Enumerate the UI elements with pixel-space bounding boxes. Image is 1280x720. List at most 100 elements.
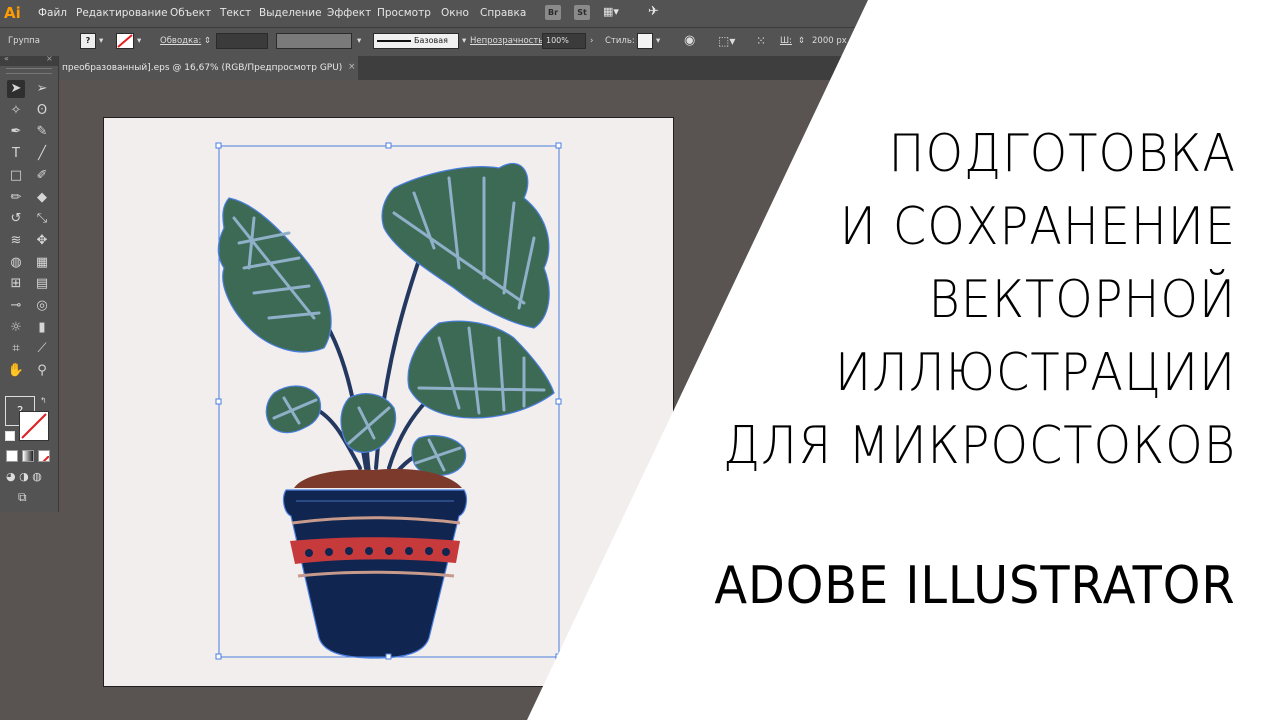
rotate-tool-icon[interactable]: ↺	[7, 210, 25, 228]
magic-wand-icon[interactable]: ✧	[7, 102, 25, 120]
transform-grid-icon[interactable]: ⁙	[756, 33, 766, 49]
document-tab-title: преобразованный].eps @ 16,67% (RGB/Предп…	[62, 63, 343, 73]
brush-dropdown-icon[interactable]: ▾	[462, 33, 466, 49]
opacity-label[interactable]: Непрозрачность:	[470, 33, 546, 49]
style-label: Стиль:	[605, 36, 635, 46]
title-line-4: ИЛЛЮСТРАЦИИ	[834, 343, 1236, 403]
shape-builder-icon[interactable]: ◍	[7, 254, 25, 272]
default-colors-icon[interactable]	[5, 431, 15, 441]
title-line-1: ПОДГОТОВКА	[888, 124, 1236, 184]
symbol-sprayer-icon[interactable]: ☼	[7, 319, 25, 337]
monstera-leaf	[407, 320, 555, 419]
rocket-icon[interactable]: ✈	[648, 4, 659, 19]
stroke-color-box[interactable]	[19, 411, 49, 441]
stock-button[interactable]: St	[574, 5, 590, 20]
video-subtitle: ADOBE ILLUSTRATOR	[714, 556, 1236, 616]
variable-width-profile[interactable]	[276, 33, 352, 49]
brush-stroke-preview	[377, 39, 411, 42]
eyedropper-icon[interactable]: ⊸	[7, 297, 25, 315]
menu-edit[interactable]: Редактирование	[76, 7, 168, 19]
selection-type-label: Группа	[8, 36, 40, 46]
none-slash-icon	[42, 455, 49, 461]
puppet-warp-icon[interactable]: ✥	[33, 232, 51, 250]
stroke-swatch[interactable]	[116, 33, 134, 49]
video-title: ПОДГОТОВКА И СОХРАНЕНИЕ ВЕКТОРНОЙ ИЛЛЮСТ…	[636, 118, 1236, 483]
shaper-icon[interactable]: ✏	[7, 189, 25, 207]
stroke-stepper-icon[interactable]: ⇕	[204, 33, 211, 49]
line-tool-icon[interactable]: ╱	[33, 145, 51, 163]
gradient-tool-icon[interactable]: ▤	[33, 275, 51, 293]
illustrator-logo-icon: Ai	[4, 4, 21, 22]
none-stroke-icon	[21, 413, 47, 439]
warp-tool-icon[interactable]: ≋	[7, 232, 25, 250]
rectangle-tool-icon[interactable]: □	[7, 167, 25, 185]
blend-tool-icon[interactable]: ◎	[33, 297, 51, 315]
swap-colors-icon[interactable]: ↰	[40, 396, 47, 405]
close-panel-icon[interactable]: ×	[46, 54, 53, 63]
width-input[interactable]: 2000 px	[812, 33, 847, 49]
mesh-tool-icon[interactable]: ⊞	[7, 275, 25, 293]
scale-tool-icon[interactable]: ⤡	[33, 210, 51, 228]
eraser-icon[interactable]: ◆	[33, 189, 51, 207]
style-swatch[interactable]	[637, 33, 653, 49]
width-stepper-icon[interactable]: ⇕	[798, 33, 805, 49]
width-label[interactable]: Ш:	[780, 33, 792, 49]
menu-help[interactable]: Справка	[480, 7, 526, 19]
tools-panel-header[interactable]: « ×	[0, 54, 58, 66]
menu-select[interactable]: Выделение	[259, 7, 322, 19]
title-line-3: ВЕКТОРНОЙ	[928, 270, 1236, 330]
perspective-grid-icon[interactable]: ▦	[33, 254, 51, 272]
profile-dropdown-icon[interactable]: ▾	[357, 33, 361, 49]
brush-definition[interactable]: Базовая	[373, 33, 459, 49]
opacity-input[interactable]: 100%	[542, 33, 586, 49]
title-line-2: И СОХРАНЕНИЕ	[839, 197, 1236, 257]
no-stroke-icon	[117, 34, 133, 48]
style-dropdown-icon[interactable]: ▾	[656, 33, 660, 49]
document-tab[interactable]: преобразованный].eps @ 16,67% (RGB/Предп…	[58, 56, 358, 80]
screen-mode-icon[interactable]: ⧉	[18, 490, 27, 505]
artboard[interactable]	[103, 117, 674, 687]
tools-panel-grip[interactable]	[6, 68, 52, 74]
menu-file[interactable]: Файл	[38, 7, 67, 19]
plant-illustration[interactable]	[104, 118, 675, 688]
menu-bar: Ai Файл Редактирование Объект Текст Выде…	[0, 0, 1280, 27]
menu-type[interactable]: Текст	[220, 7, 251, 19]
column-graph-icon[interactable]: ▮	[33, 319, 51, 337]
selection-tool-icon[interactable]: ➤	[7, 80, 25, 98]
menu-window[interactable]: Окно	[441, 7, 469, 19]
type-tool-icon[interactable]: T	[7, 145, 25, 163]
collapse-panel-icon[interactable]: «	[4, 54, 9, 63]
title-line-5: ДЛЯ МИКРОСТОКОВ	[722, 416, 1236, 476]
tools-panel: « × ? ↰ ◕ ◑ ◍ ⧉ ➤➢✧ʘ✒✎T╱□✐✏◆↺⤡≋✥◍▦⊞▤⊸◎☼▮…	[0, 54, 59, 512]
bridge-button[interactable]: Br	[545, 5, 561, 20]
opacity-arrow-icon[interactable]: ›	[590, 33, 593, 49]
fill-dropdown-icon[interactable]: ▾	[99, 33, 103, 49]
menu-object[interactable]: Объект	[170, 7, 211, 19]
draw-mode-icon[interactable]: ◕ ◑ ◍	[6, 470, 42, 483]
close-tab-icon[interactable]: ×	[348, 62, 356, 72]
stroke-weight-input[interactable]	[216, 33, 268, 49]
artboard-tool-icon[interactable]: ⌗	[7, 340, 25, 358]
pen-tool-icon[interactable]: ✒	[7, 123, 25, 141]
slice-tool-icon[interactable]: ⟋	[33, 340, 51, 358]
zoom-tool-icon[interactable]: ⚲	[33, 362, 51, 380]
gradient-mode-icon[interactable]	[22, 450, 34, 462]
menu-effect[interactable]: Эффект	[327, 7, 371, 19]
brush-label: Базовая	[414, 36, 448, 45]
stroke-dropdown-icon[interactable]: ▾	[137, 33, 141, 49]
menu-view[interactable]: Просмотр	[377, 7, 431, 19]
document-tab-bar: преобразованный].eps @ 16,67% (RGB/Предп…	[0, 56, 1280, 80]
none-mode-icon[interactable]	[38, 450, 50, 462]
paintbrush-icon[interactable]: ✐	[33, 167, 51, 185]
color-mode-icon[interactable]	[6, 450, 18, 462]
curvature-icon[interactable]: ✎	[33, 123, 51, 141]
hand-tool-icon[interactable]: ✋	[7, 362, 25, 380]
recolor-artwork-icon[interactable]: ◉	[684, 33, 695, 49]
lasso-icon[interactable]: ʘ	[33, 102, 51, 120]
workspace-switcher-icon[interactable]: ▦▾	[603, 5, 619, 18]
stroke-label[interactable]: Обводка:	[160, 33, 201, 49]
align-icon[interactable]: ⬚▾	[718, 33, 735, 49]
direct-selection-tool-icon[interactable]: ➢	[33, 80, 51, 98]
fill-swatch[interactable]: ?	[80, 33, 96, 49]
control-bar: Группа ? ▾ ▾ Обводка: ⇕ ▾ Базовая ▾ Непр…	[0, 27, 1280, 57]
